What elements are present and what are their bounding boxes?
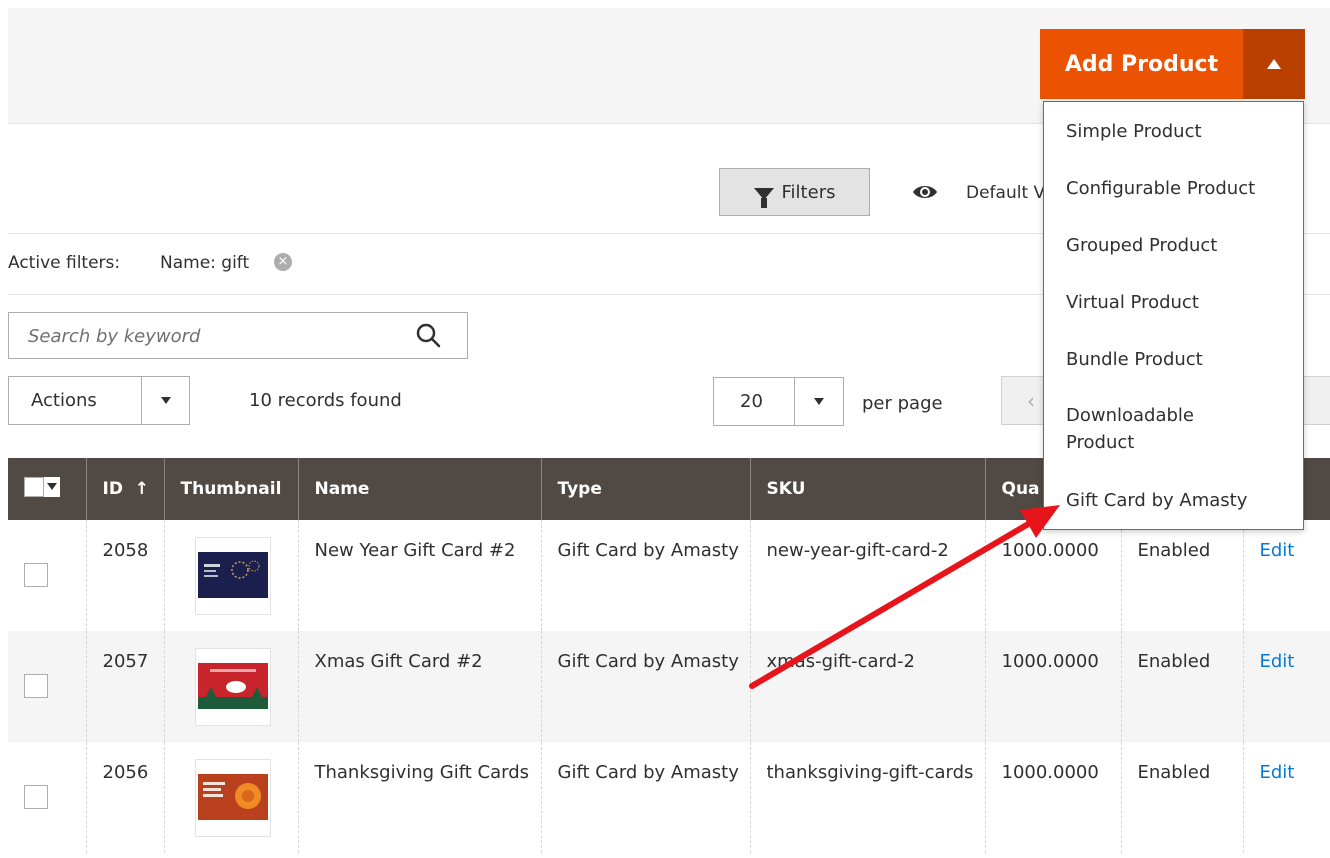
row-id: 2057 [85,631,164,742]
actions-dropdown-arrow[interactable] [141,377,189,424]
row-status: Enabled [1120,742,1243,853]
filters-label: Filters [781,181,836,203]
menu-item-bundle-product[interactable]: Bundle Product [1066,346,1286,373]
edit-link[interactable]: Edit [1260,540,1295,561]
row-checkbox[interactable] [24,674,48,698]
xmas-card-image [197,663,268,709]
edit-link[interactable]: Edit [1260,651,1295,672]
new-year-card-image [197,552,268,598]
chevron-left-icon: ‹ [1027,388,1035,413]
row-checkbox[interactable] [24,785,48,809]
table-row: 2058 New Year Gift Card #2 Gift Card by … [8,520,1330,631]
row-name: New Year Gift Card #2 [297,520,541,631]
edit-link[interactable]: Edit [1260,762,1295,783]
mass-select-checkbox[interactable] [24,476,60,497]
actions-label: Actions [31,390,97,411]
per-page-dropdown-arrow[interactable] [794,378,843,425]
per-page-select[interactable]: 20 [713,377,844,426]
column-header-sku[interactable]: SKU [749,458,985,520]
add-product-menu: Simple Product Configurable Product Grou… [1043,101,1304,530]
add-product-toggle[interactable] [1243,29,1305,99]
table-row: 2057 Xmas Gift Card #2 Gift Card by Amas… [8,631,1330,742]
row-sku: thanksgiving-gift-cards [749,742,985,853]
row-quantity: 1000.0000 [984,631,1121,742]
filter-icon [753,188,774,208]
row-name: Thanksgiving Gift Cards [297,742,541,853]
active-filters-label: Active filters: [8,253,121,273]
add-product-split-button[interactable]: Add Product [1040,29,1305,99]
eye-icon[interactable] [912,183,938,201]
menu-item-virtual-product[interactable]: Virtual Product [1066,289,1286,316]
active-filter-chip: Name: gift [160,253,250,273]
remove-filter-icon[interactable]: × [274,253,292,271]
mass-select-header[interactable] [8,458,86,520]
chevron-down-icon [814,398,824,405]
row-sku: xmas-gift-card-2 [749,631,985,742]
per-page-label: per page [862,393,943,414]
column-header-name[interactable]: Name [297,458,541,520]
product-thumbnail[interactable] [194,759,271,837]
column-header-thumbnail[interactable]: Thumbnail [163,458,298,520]
product-thumbnail[interactable] [194,537,271,615]
row-id: 2056 [85,742,164,853]
product-thumbnail[interactable] [194,648,271,726]
filters-button[interactable]: Filters [719,168,870,216]
row-name: Xmas Gift Card #2 [297,631,541,742]
menu-item-simple-product[interactable]: Simple Product [1066,118,1286,145]
row-sku: new-year-gift-card-2 [749,520,985,631]
per-page-value: 20 [740,391,763,412]
column-header-type[interactable]: Type [540,458,750,520]
menu-item-gift-card-amasty[interactable]: Gift Card by Amasty [1066,487,1286,514]
chevron-down-icon [160,397,171,404]
records-count: 10 records found [249,390,402,411]
row-status: Enabled [1120,631,1243,742]
row-checkbox[interactable] [24,563,48,587]
column-header-id[interactable]: ID ↑ [85,458,164,520]
row-type: Gift Card by Amasty [540,520,750,631]
add-product-button[interactable]: Add Product [1040,29,1243,99]
menu-item-configurable-product[interactable]: Configurable Product [1066,175,1286,202]
next-page-button[interactable] [1300,376,1330,425]
menu-item-grouped-product[interactable]: Grouped Product [1066,232,1286,259]
row-quantity: 1000.0000 [984,742,1121,853]
actions-select[interactable]: Actions [8,376,190,425]
menu-item-downloadable-product[interactable]: Downloadable Product [1066,402,1236,456]
row-type: Gift Card by Amasty [540,631,750,742]
row-status: Enabled [1120,520,1243,631]
caret-up-icon [1267,59,1281,69]
row-type: Gift Card by Amasty [540,742,750,853]
row-quantity: 1000.0000 [984,520,1121,631]
row-id: 2058 [85,520,164,631]
keyword-search [8,312,468,359]
default-view-label[interactable]: Default V [966,183,1045,203]
table-row: 2056 Thanksgiving Gift Cards Gift Card b… [8,742,1330,853]
sort-asc-icon: ↑ [134,479,150,499]
chevron-down-icon [47,483,57,490]
thanksgiving-card-image [197,774,268,820]
search-input[interactable] [26,313,410,359]
mass-select-dropdown[interactable] [44,476,60,497]
checkbox-icon [24,476,44,497]
search-icon[interactable] [415,322,441,348]
